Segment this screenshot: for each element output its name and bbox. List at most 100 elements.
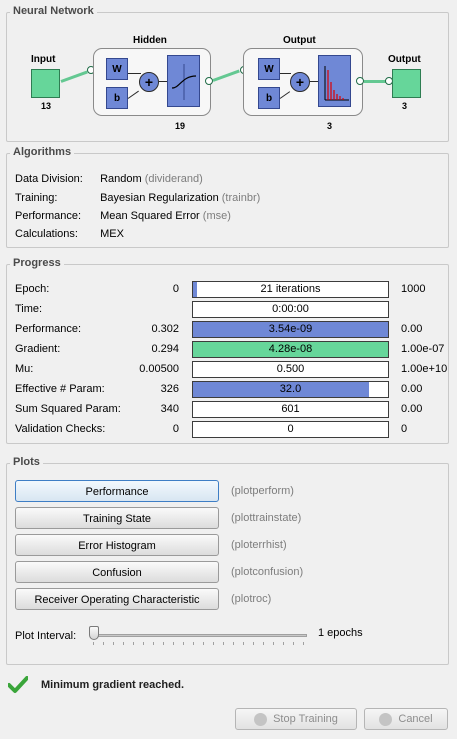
- algorithm-row-performance: Performance: Mean Squared Error (mse): [15, 208, 231, 224]
- tansig-icon: [171, 64, 197, 100]
- slider-tick: [123, 642, 124, 645]
- hidden-sum-line: [159, 81, 167, 82]
- progress-start-value: 0.00500: [139, 363, 179, 375]
- progress-row: Sum Squared Param: 340 601 0.00: [15, 401, 445, 419]
- plot-roc-fn: (plotroc): [231, 593, 272, 605]
- cancel-button[interactable]: Cancel: [364, 708, 448, 730]
- plot-interval-value: 1 epochs: [318, 627, 363, 639]
- output-layer-title: Output: [283, 35, 316, 46]
- progress-end-value: 0.00: [401, 323, 423, 335]
- progress-row: Epoch: 0 21 iterations 1000: [15, 281, 445, 299]
- algorithm-fn: (trainbr): [221, 192, 261, 204]
- progress-end-value: 0.00: [401, 383, 423, 395]
- progress-row: Performance: 0.302 3.54e-09 0.00: [15, 321, 445, 339]
- progress-bar: 32.0: [192, 381, 389, 398]
- cancel-label: Cancel: [398, 713, 433, 725]
- output-w-line: [280, 73, 291, 74]
- slider-tick: [303, 642, 304, 645]
- slider-tick: [223, 642, 224, 645]
- algorithms-title: Algorithms: [10, 146, 75, 158]
- output-sum-line: [310, 81, 318, 82]
- slider-tick: [273, 642, 274, 645]
- progress-bar: 601: [192, 401, 389, 418]
- plot-training-state-button[interactable]: Training State: [15, 507, 219, 529]
- status-message: Minimum gradient reached.: [41, 679, 185, 691]
- progress-label: Gradient:: [15, 343, 61, 355]
- stop-training-button[interactable]: Stop Training: [235, 708, 357, 730]
- progress-end-value: 0.00: [401, 403, 423, 415]
- progress-bar: 3.54e-09: [192, 321, 389, 338]
- hidden-weight-block: W: [106, 58, 128, 80]
- progress-end-value: 1000: [401, 283, 426, 295]
- algorithm-row-training: Training: Bayesian Regularization (train…: [15, 190, 260, 206]
- algorithm-value: Random: [100, 173, 142, 185]
- input-block: [31, 69, 60, 98]
- plot-interval-slider-thumb[interactable]: [89, 626, 99, 640]
- progress-end-value: 0: [401, 423, 408, 435]
- algorithm-fn: (mse): [202, 210, 231, 222]
- progress-bar-text: 0.500: [276, 363, 305, 375]
- output-block: [392, 69, 421, 98]
- plots-title: Plots: [10, 456, 43, 468]
- slider-tick: [163, 642, 164, 645]
- progress-row: Mu: 0.00500 0.500 1.00e+10: [15, 361, 448, 379]
- progress-bar-text: 3.54e-09: [268, 323, 313, 335]
- hidden-bias-block: b: [106, 87, 128, 109]
- progress-label: Performance:: [15, 323, 82, 335]
- plot-interval-label: Plot Interval:: [15, 630, 77, 642]
- progress-bar-text: 21 iterations: [260, 283, 321, 295]
- hidden-w-line: [128, 73, 141, 74]
- progress-label: Effective # Param:: [15, 383, 105, 395]
- slider-tick: [93, 642, 94, 645]
- progress-bar-text: 0:00:00: [272, 303, 309, 315]
- hidden-sum-circle: +: [139, 72, 159, 92]
- cancel-icon: [379, 712, 393, 726]
- neural-network-panel: Neural Network Input 13 Hidden W b + 19 …: [6, 5, 449, 142]
- plots-panel: Plots Performance (plotperform) Training…: [6, 456, 449, 665]
- slider-tick: [243, 642, 244, 645]
- plot-confusion-button[interactable]: Confusion: [15, 561, 219, 583]
- output-transfer-block: [318, 55, 351, 107]
- input-connector: [60, 70, 88, 83]
- slider-tick: [283, 642, 284, 645]
- progress-row: Effective # Param: 326 32.0 0.00: [15, 381, 445, 399]
- softmax-icon: [324, 66, 349, 101]
- output-bias-block: b: [258, 87, 280, 109]
- progress-panel: Progress Epoch: 0 21 iterations 1000 Time: 0:…: [6, 257, 449, 444]
- progress-bar-text: 0: [287, 423, 294, 435]
- output-label: Output: [388, 54, 421, 65]
- slider-tick: [203, 642, 204, 645]
- progress-row: Time: 0:00:00: [15, 301, 445, 319]
- algorithm-label: Training:: [15, 192, 58, 204]
- progress-bar-text: 4.28e-08: [268, 343, 313, 355]
- plot-performance-button[interactable]: Performance: [15, 480, 219, 502]
- slider-tick: [113, 642, 114, 645]
- progress-start-value: 0: [172, 423, 179, 435]
- slider-tick: [193, 642, 194, 645]
- input-label: Input: [31, 54, 56, 65]
- slider-tick: [153, 642, 154, 645]
- output-layer-out-node: [356, 77, 364, 85]
- progress-start-value: 326: [160, 383, 179, 395]
- output-layer-size: 3: [327, 121, 333, 131]
- algorithm-row-division: Data Division: Random (dividerand): [15, 171, 203, 187]
- progress-end-value: 1.00e+10: [401, 363, 448, 375]
- algorithms-panel: Algorithms Data Division: Random (divide…: [6, 146, 449, 248]
- plot-roc-button[interactable]: Receiver Operating Characteristic: [15, 588, 219, 610]
- progress-label: Epoch:: [15, 283, 50, 295]
- progress-end-value: 1.00e-07: [401, 343, 445, 355]
- hidden-transfer-block: [167, 55, 200, 107]
- algorithm-label: Calculations:: [15, 228, 78, 240]
- plot-interval-track[interactable]: [91, 634, 307, 637]
- algorithm-value: MEX: [100, 228, 124, 240]
- hidden-title: Hidden: [133, 35, 167, 46]
- output-sum-circle: +: [290, 72, 310, 92]
- slider-tick: [253, 642, 254, 645]
- plot-error-histogram-button[interactable]: Error Histogram: [15, 534, 219, 556]
- plot-confusion-fn: (plotconfusion): [231, 566, 304, 578]
- output-size: 3: [402, 101, 408, 111]
- algorithm-fn: (dividerand): [144, 173, 203, 185]
- plot-performance-fn: (plotperform): [231, 485, 294, 497]
- algorithm-value: Bayesian Regularization: [100, 192, 219, 204]
- slider-tick: [293, 642, 294, 645]
